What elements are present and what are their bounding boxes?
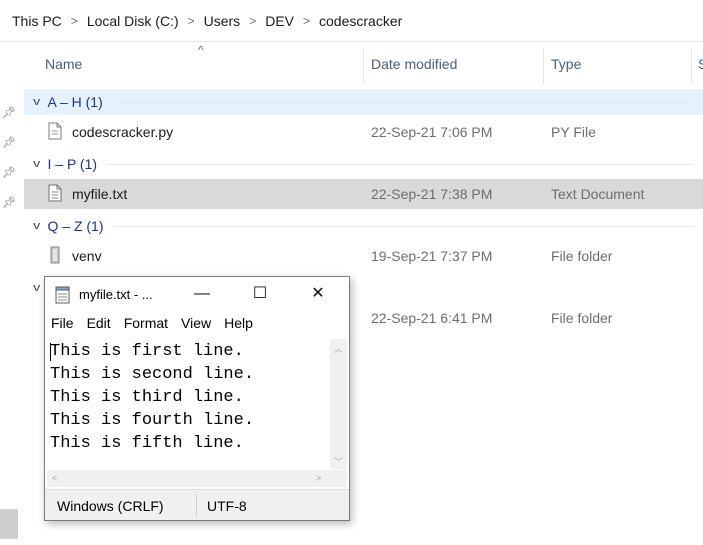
group-header-i-p[interactable]: v I – P (1) xyxy=(24,151,703,177)
column-divider[interactable] xyxy=(363,48,364,84)
navigation-pane: 📌︎ 📌︎ 📌︎ 📌︎ xyxy=(0,42,24,545)
notepad-status-bar: Windows (CRLF) UTF-8 xyxy=(45,489,349,520)
notepad-title: myfile.txt - ... xyxy=(79,287,153,302)
chevron-down-icon[interactable]: v xyxy=(33,158,40,170)
menu-help[interactable]: Help xyxy=(224,315,253,337)
text-line: This is second line. xyxy=(50,365,255,384)
file-row-codescracker-py[interactable]: codescracker.py 22-Sep-21 7:06 PM PY Fil… xyxy=(24,117,703,147)
status-encoding: UTF-8 xyxy=(207,498,247,514)
breadcrumb-codescracker[interactable]: codescracker xyxy=(319,13,402,29)
breadcrumb: This PC > Local Disk (C:) > Users > DEV … xyxy=(0,0,703,42)
text-line: This is third line. xyxy=(50,388,244,407)
minimize-button[interactable]: — xyxy=(173,277,231,311)
horizontal-scrollbar[interactable]: < > xyxy=(47,470,330,487)
menu-file[interactable]: File xyxy=(51,315,74,337)
scroll-down-icon[interactable]: ﹀ xyxy=(334,455,343,468)
text-line: This is first line. xyxy=(50,342,244,361)
group-divider xyxy=(107,163,693,165)
chevron-right-icon[interactable]: > xyxy=(249,14,256,28)
menu-edit[interactable]: Edit xyxy=(87,315,111,337)
text-file-icon xyxy=(48,184,62,202)
pin-icon[interactable]: 📌︎ xyxy=(2,196,16,210)
chevron-down-icon[interactable]: v xyxy=(33,220,40,232)
file-name: myfile.txt xyxy=(72,186,128,202)
scrollbar-corner xyxy=(330,470,347,487)
notepad-text-area[interactable]: This is first line. This is second line.… xyxy=(47,339,330,470)
group-header-other[interactable]: v xyxy=(24,275,44,301)
group-label: A – H (1) xyxy=(47,94,103,110)
chevron-down-icon[interactable]: v xyxy=(33,282,40,294)
column-type[interactable]: Type xyxy=(551,56,581,72)
file-type: File folder xyxy=(551,248,613,264)
scroll-left-icon[interactable]: < xyxy=(52,473,57,483)
group-divider xyxy=(113,225,693,227)
chevron-right-icon[interactable]: > xyxy=(71,14,78,28)
breadcrumb-this-pc[interactable]: This PC xyxy=(12,13,62,29)
file-date: 22-Sep-21 7:06 PM xyxy=(371,124,493,140)
file-row-myfile-txt[interactable]: myfile.txt 22-Sep-21 7:38 PM Text Docume… xyxy=(24,179,703,209)
scroll-up-icon[interactable]: ︿ xyxy=(334,342,343,355)
chevron-right-icon[interactable]: > xyxy=(303,14,310,28)
pin-icon[interactable]: 📌︎ xyxy=(2,166,16,180)
column-header: ^ Name Date modified Type S xyxy=(24,42,703,88)
chevron-down-icon[interactable]: v xyxy=(33,96,40,108)
text-line: This is fifth line. xyxy=(50,434,244,453)
vertical-scrollbar[interactable]: ︿ ﹀ xyxy=(330,339,347,469)
file-name: venv xyxy=(72,248,102,264)
file-date: 22-Sep-21 6:41 PM xyxy=(371,310,493,326)
folder-icon xyxy=(50,246,60,264)
file-date: 19-Sep-21 7:37 PM xyxy=(371,248,493,264)
file-type: Text Document xyxy=(551,186,645,202)
notepad-window[interactable]: myfile.txt - ... — ☐ ✕ File Edit Format … xyxy=(44,276,350,521)
column-divider[interactable] xyxy=(543,48,544,84)
breadcrumb-dev[interactable]: DEV xyxy=(265,13,294,29)
py-file-icon xyxy=(48,122,62,140)
file-date: 22-Sep-21 7:38 PM xyxy=(371,186,493,202)
group-label: Q – Z (1) xyxy=(47,218,104,234)
group-header-q-z[interactable]: v Q – Z (1) xyxy=(24,213,703,239)
column-date-modified[interactable]: Date modified xyxy=(371,56,457,72)
sort-ascending-icon: ^ xyxy=(198,43,204,57)
chevron-right-icon[interactable]: > xyxy=(188,14,195,28)
close-button[interactable]: ✕ xyxy=(289,277,347,311)
scroll-right-icon[interactable]: > xyxy=(316,473,321,483)
notepad-icon xyxy=(55,286,70,304)
column-size[interactable]: S xyxy=(698,56,703,72)
group-header-a-h[interactable]: v A – H (1) xyxy=(24,89,703,115)
menu-view[interactable]: View xyxy=(181,315,211,337)
column-divider[interactable] xyxy=(691,48,692,84)
menu-format[interactable]: Format xyxy=(124,315,168,337)
status-line-ending: Windows (CRLF) xyxy=(57,498,164,514)
status-divider xyxy=(196,494,197,517)
text-line: This is fourth line. xyxy=(50,411,255,430)
file-row-venv[interactable]: venv 19-Sep-21 7:37 PM File folder xyxy=(24,241,703,271)
file-name: codescracker.py xyxy=(72,124,174,140)
column-name[interactable]: Name xyxy=(45,56,82,72)
nav-selected-item[interactable] xyxy=(0,509,18,539)
group-label: I – P (1) xyxy=(47,156,98,172)
notepad-menu-bar: File Edit Format View Help xyxy=(45,315,349,337)
text-caret xyxy=(50,343,51,361)
pin-icon[interactable]: 📌︎ xyxy=(2,136,16,150)
breadcrumb-users[interactable]: Users xyxy=(204,13,241,29)
pin-icon[interactable]: 📌︎ xyxy=(2,106,16,120)
breadcrumb-local-disk[interactable]: Local Disk (C:) xyxy=(87,13,179,29)
maximize-button[interactable]: ☐ xyxy=(231,277,289,311)
notepad-title-bar[interactable]: myfile.txt - ... — ☐ ✕ xyxy=(45,277,349,311)
file-type: PY File xyxy=(551,124,596,140)
group-divider xyxy=(112,101,693,103)
file-type: File folder xyxy=(551,310,613,326)
